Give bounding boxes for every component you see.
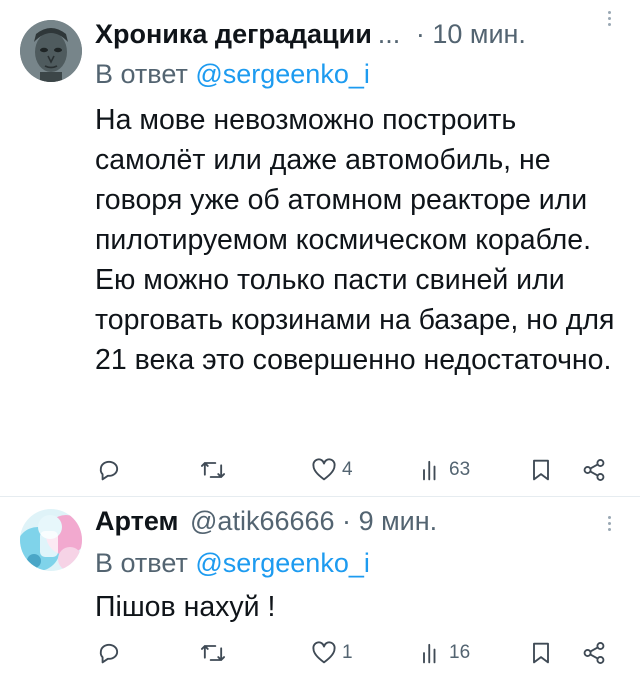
retweet-button[interactable] [199, 452, 231, 488]
tweet-header: Артем @atik66666 · 9 мин. [95, 503, 640, 539]
views-count: 16 [449, 642, 471, 663]
reply-button[interactable] [95, 452, 127, 488]
retweet-icon [200, 462, 226, 478]
tweet[interactable]: Хроника деградации... · 10 мин. В ответ … [0, 0, 640, 497]
heart-icon [312, 641, 336, 664]
more-icon[interactable] [608, 8, 614, 30]
action-bar: 4 63 [95, 452, 620, 488]
author-name[interactable]: Артем [95, 506, 179, 536]
reply-button[interactable] [95, 635, 127, 671]
action-bar: 1 16 [95, 635, 620, 671]
like-count: 1 [342, 642, 353, 663]
author-handle[interactable]: @atik66666 [190, 506, 335, 536]
share-icon [583, 459, 605, 481]
heart-icon [312, 458, 336, 481]
views-icon [423, 643, 436, 664]
bookmark-button[interactable] [527, 635, 555, 671]
reply-prefix: В ответ [95, 548, 188, 578]
views-button[interactable]: 16 [417, 635, 470, 671]
avatar[interactable] [20, 509, 82, 571]
time-separator: · [342, 506, 352, 536]
views-icon [423, 460, 436, 481]
reply-mention[interactable]: @sergeenko_i [195, 59, 370, 89]
like-count: 4 [342, 459, 353, 480]
tweet-text: На мове невозможно построить самолёт или… [95, 104, 615, 376]
name-ellipsis: ... [377, 19, 401, 49]
views-button[interactable]: 63 [417, 452, 470, 488]
share-icon [583, 642, 605, 664]
bookmark-icon [533, 459, 549, 481]
share-button[interactable] [580, 635, 608, 671]
timestamp[interactable]: 9 мин. [359, 506, 438, 536]
timestamp[interactable]: 10 мин. [432, 19, 526, 49]
reply-icon [99, 643, 119, 664]
time-separator: · [415, 19, 425, 49]
like-button[interactable]: 4 [310, 452, 353, 488]
reply-icon [99, 460, 119, 481]
bookmark-button[interactable] [527, 452, 555, 488]
views-count: 63 [449, 459, 471, 480]
retweet-button[interactable] [199, 635, 231, 671]
tweet-header: Хроника деградации... · 10 мин. [95, 16, 640, 52]
tweet[interactable]: Артем @atik66666 · 9 мин. В ответ @serge… [0, 497, 640, 680]
more-icon[interactable] [608, 513, 614, 535]
avatar[interactable] [20, 20, 82, 82]
reply-to-line: В ответ @sergeenko_i [95, 56, 370, 92]
bookmark-icon [533, 642, 549, 664]
tweet-text: Пішов нахуй ! [95, 591, 276, 623]
retweet-icon [200, 645, 226, 661]
author-name[interactable]: Хроника деградации [95, 19, 372, 49]
reply-prefix: В ответ [95, 59, 188, 89]
reply-to-line: В ответ @sergeenko_i [95, 545, 370, 581]
share-button[interactable] [580, 452, 608, 488]
reply-mention[interactable]: @sergeenko_i [195, 548, 370, 578]
like-button[interactable]: 1 [310, 635, 353, 671]
